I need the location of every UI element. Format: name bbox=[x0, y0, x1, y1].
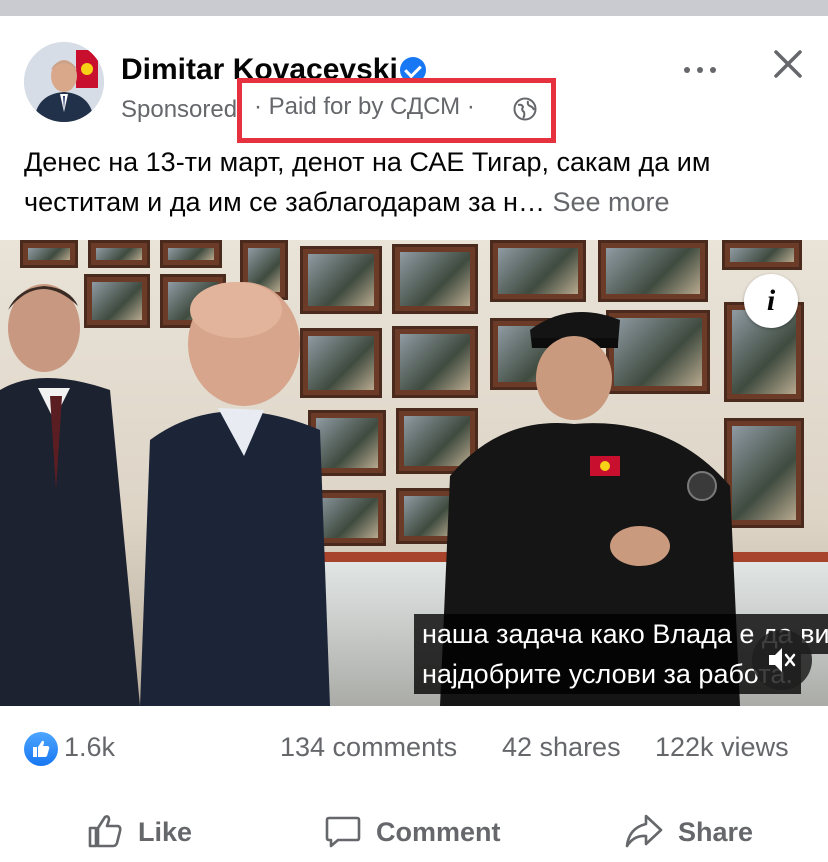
close-icon[interactable] bbox=[768, 44, 808, 84]
avatar[interactable] bbox=[24, 42, 104, 122]
comment-button[interactable]: Comment bbox=[324, 810, 514, 854]
wall-photo bbox=[598, 240, 708, 302]
post-text: Денес на 13-ти март, денот на САЕ Тигар,… bbox=[24, 142, 814, 222]
comment-icon bbox=[325, 816, 361, 848]
comment-label: Comment bbox=[376, 817, 501, 847]
person-left bbox=[0, 284, 140, 706]
globe-icon bbox=[513, 97, 537, 121]
thumbs-up-icon bbox=[88, 815, 122, 848]
reaction-count[interactable]: 1.6k bbox=[64, 732, 115, 763]
share-label: Share bbox=[678, 817, 754, 847]
comments-count[interactable]: 134 comments bbox=[280, 732, 457, 763]
sponsored-post-card: Dimitar Kovacevski Sponsored · Paid for … bbox=[0, 16, 828, 861]
views-count: 122k views bbox=[655, 732, 789, 762]
wall-photo bbox=[722, 240, 802, 270]
video-player[interactable]: i наша задача како Влада е да ви ги обез… bbox=[0, 240, 828, 706]
shares-count[interactable]: 42 shares bbox=[502, 732, 621, 763]
wall-photo bbox=[490, 240, 586, 302]
wall-photo bbox=[20, 240, 78, 268]
like-reaction-icon[interactable] bbox=[24, 732, 58, 766]
action-bar: Like Comment Share bbox=[0, 802, 828, 862]
mute-icon[interactable] bbox=[752, 630, 812, 690]
like-label: Like bbox=[138, 817, 193, 847]
feed-divider bbox=[0, 0, 828, 16]
highlight-annotation: · Paid for by СДСМ · bbox=[237, 78, 556, 143]
share-icon bbox=[625, 814, 663, 848]
engagement-stats: 1.6k 134 comments 42 shares 122k views bbox=[0, 722, 828, 774]
share-button[interactable]: Share bbox=[624, 810, 764, 854]
more-icon[interactable] bbox=[680, 60, 720, 80]
see-more-link[interactable]: See more bbox=[552, 187, 669, 217]
caption-line: најдобрите услови за работа. bbox=[414, 654, 801, 694]
sponsored-label[interactable]: Sponsored bbox=[121, 96, 237, 123]
info-icon[interactable]: i bbox=[744, 274, 798, 328]
like-button[interactable]: Like bbox=[86, 810, 206, 854]
wall-photo bbox=[160, 240, 222, 268]
wall-photo bbox=[88, 240, 150, 268]
paid-for-disclaimer[interactable]: · Paid for by СДСМ · bbox=[254, 93, 475, 121]
post-meta: Sponsored bbox=[121, 96, 237, 124]
person-center bbox=[140, 282, 330, 706]
